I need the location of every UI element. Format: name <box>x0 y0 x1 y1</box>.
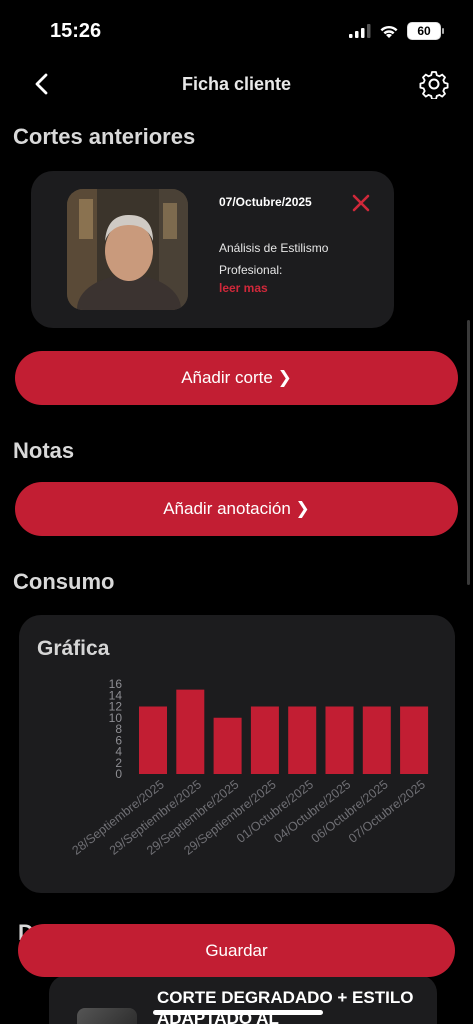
preview-title: CORTE DEGRADADO + ESTILO ADAPTADO AL <box>157 988 414 1024</box>
preview-thumbnail <box>77 1008 137 1024</box>
section-title-notas: Notas <box>13 438 75 463</box>
page-title: Ficha cliente <box>181 74 292 94</box>
chart-bar <box>176 689 205 774</box>
add-cut-button[interactable]: Añadir corte ❯ <box>15 351 458 405</box>
add-note-button[interactable]: Añadir anotación ❯ <box>15 482 458 536</box>
gear-icon <box>419 71 449 101</box>
chart-bar <box>250 706 279 774</box>
status-time: 15:26 <box>50 20 102 42</box>
chart-bar <box>362 706 391 774</box>
home-indicator[interactable] <box>153 1010 323 1015</box>
signal-icon <box>349 24 371 38</box>
consumption-chart: 024681012141628/Septiembre/202529/Septie… <box>70 677 429 858</box>
chart-card: Gráfica 0 2 4 6 8 10 12 14 16 28/Septiembre/2025 2… <box>19 615 455 893</box>
chart-bar <box>325 706 354 774</box>
read-more-link[interactable]: leer mas <box>219 281 268 295</box>
nav-bar: Ficha cliente <box>0 62 473 106</box>
section-title-consumo: Consumo <box>13 569 115 594</box>
close-icon <box>352 194 370 212</box>
y-tick-label: 16 <box>109 677 123 691</box>
cut-card[interactable]: 07/Octubre/2025 Análisis de Estilismo Pr… <box>31 171 394 328</box>
scrollbar[interactable] <box>467 320 470 585</box>
section-title-cortes: Cortes anteriores <box>13 124 196 149</box>
delete-cut-button[interactable] <box>351 193 371 213</box>
preview-card[interactable]: CORTE DEGRADADO + ESTILO ADAPTADO AL <box>49 975 437 1024</box>
wifi-icon <box>380 25 398 38</box>
client-photo <box>67 189 188 310</box>
chart-bar <box>213 717 242 774</box>
battery-indicator: 60 <box>407 22 444 40</box>
chart-bar <box>139 706 167 774</box>
cut-description: Análisis de Estilismo Profesional: <box>219 241 329 277</box>
chart-bar <box>288 706 317 774</box>
cut-date: 07/Octubre/2025 <box>219 195 312 209</box>
status-icons: 60 <box>349 22 444 40</box>
save-button[interactable]: Guardar <box>18 924 455 977</box>
settings-button[interactable] <box>419 69 449 101</box>
status-bar: 15:26 60 <box>0 0 473 60</box>
chart-bar <box>400 706 429 774</box>
